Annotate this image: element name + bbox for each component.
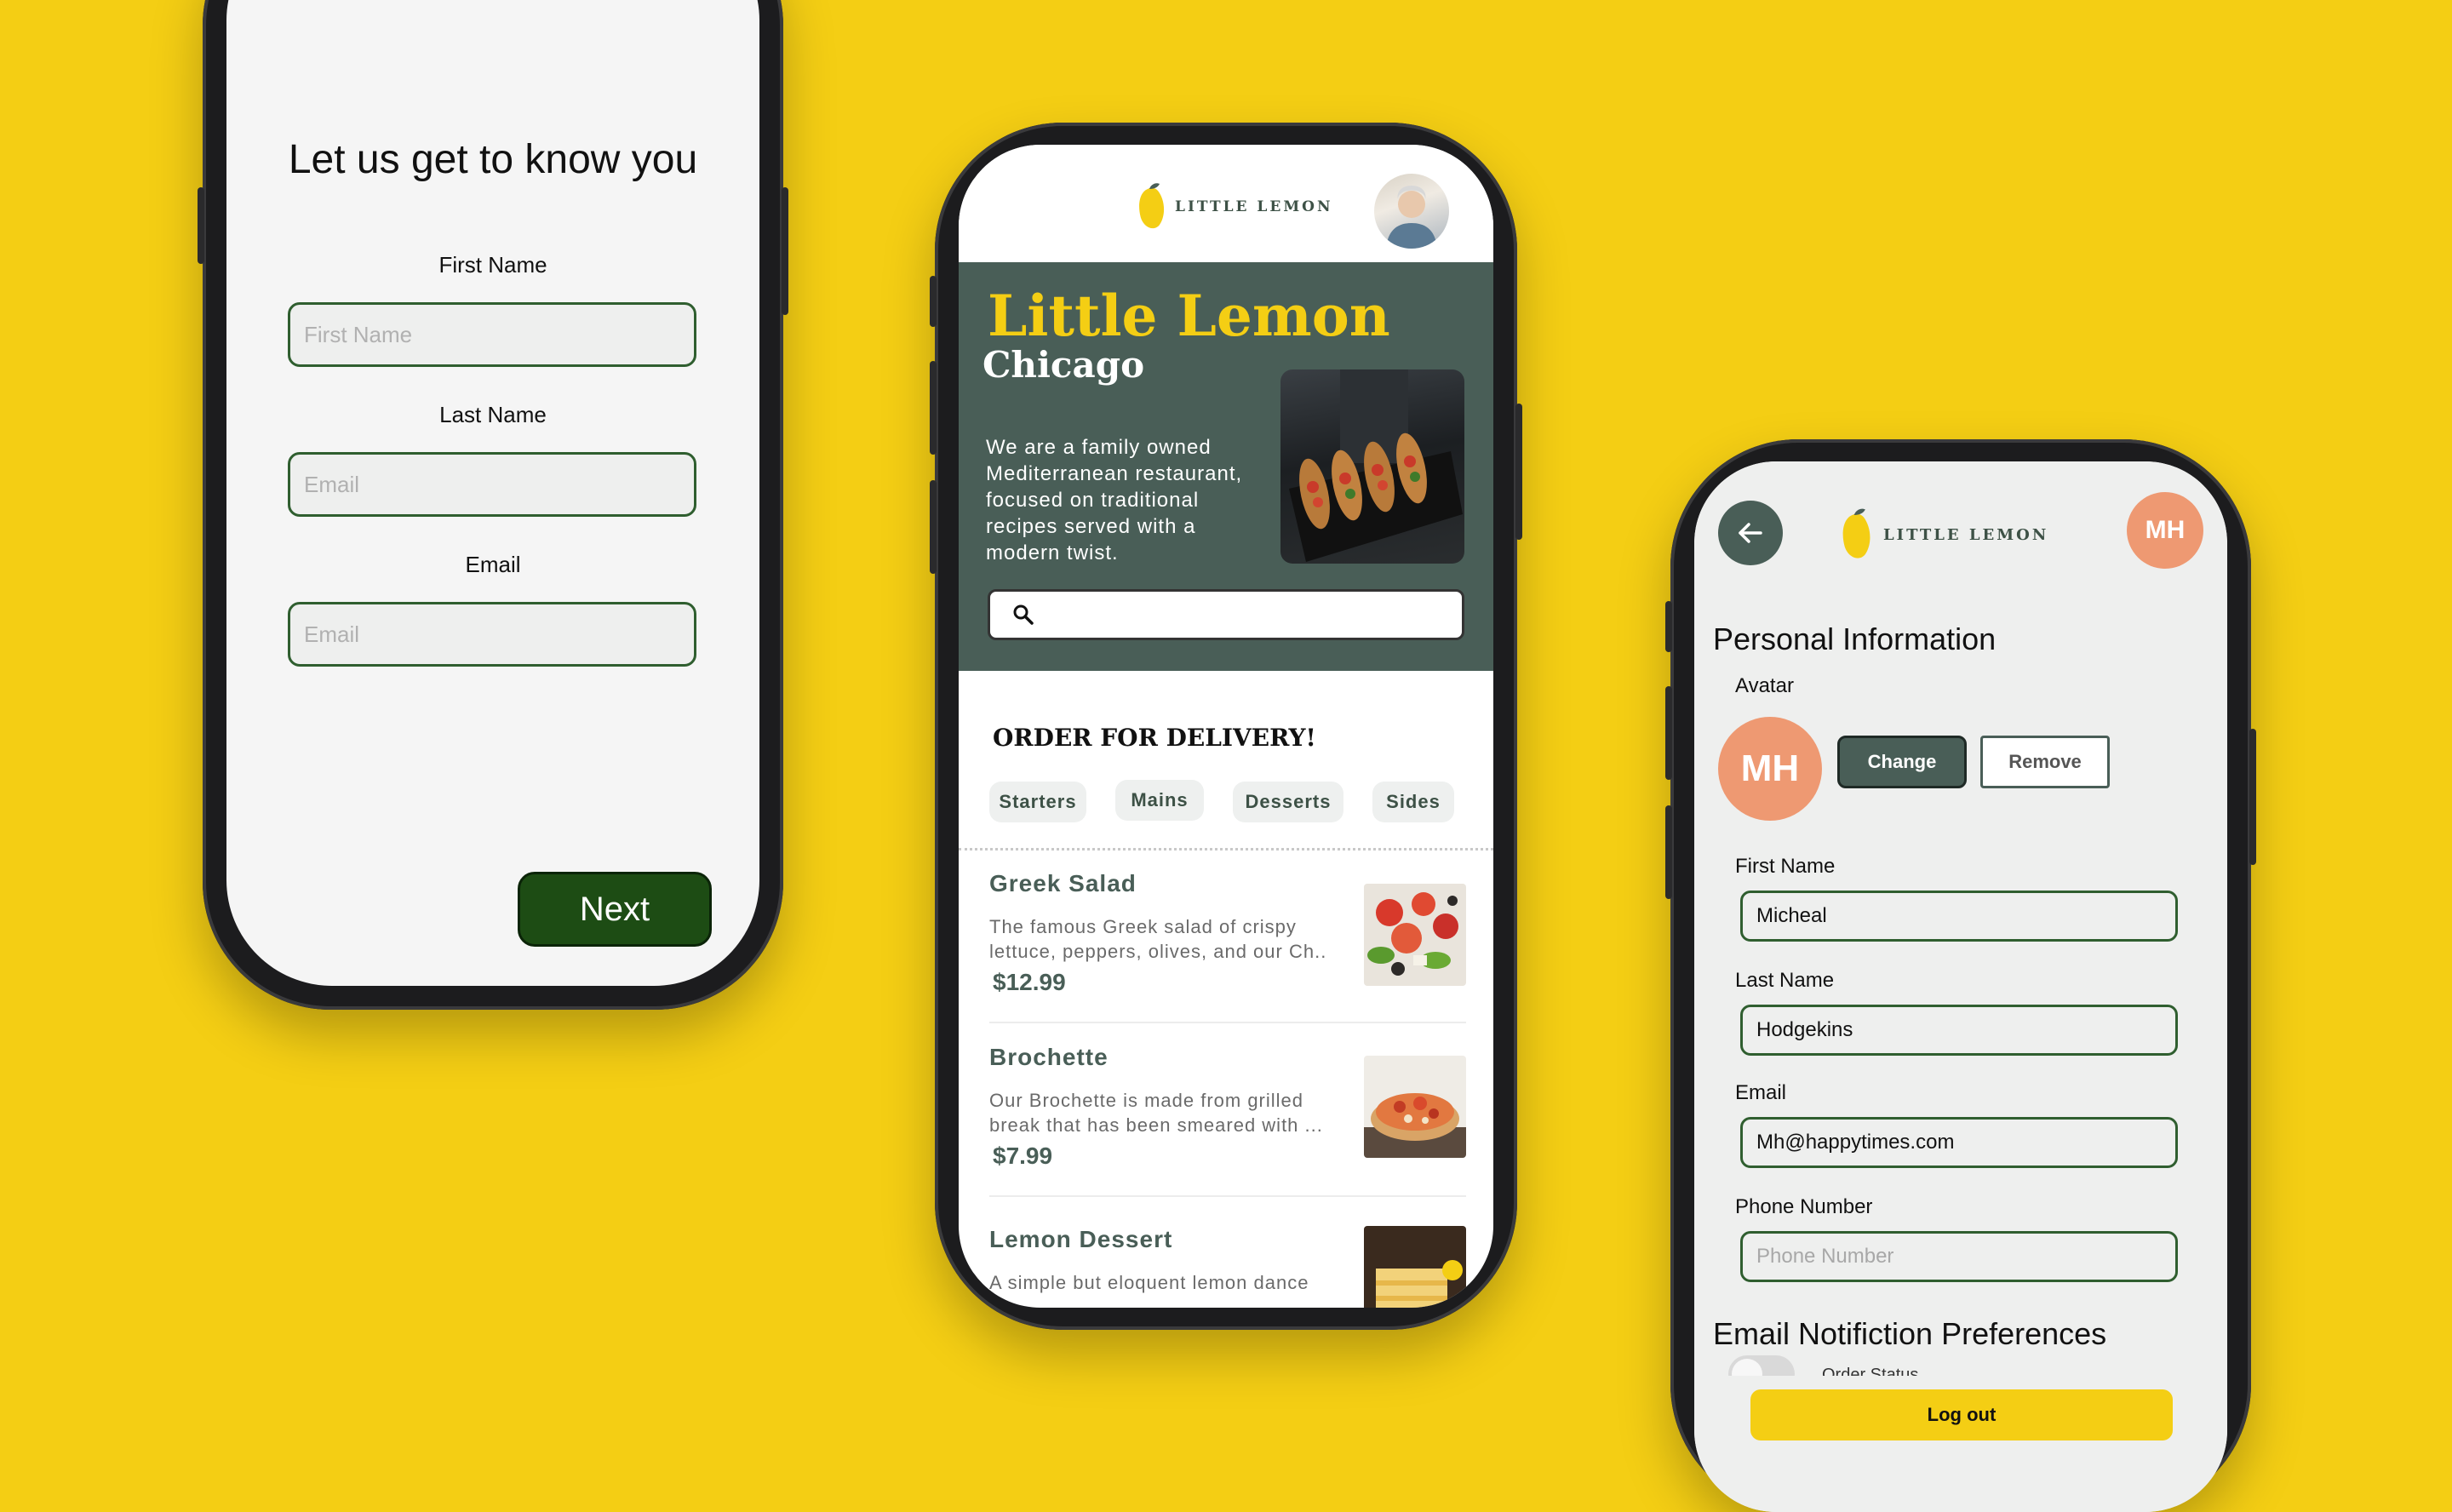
phone-number-field[interactable]: Phone Number [1740, 1231, 2178, 1282]
hero-description: We are a family owned Mediterranean rest… [986, 436, 1243, 564]
arrow-left-icon [1739, 523, 1762, 543]
email-input[interactable]: Email [288, 602, 696, 667]
change-avatar-button[interactable]: Change [1837, 736, 1967, 788]
lemon-dessert-photo [1364, 1226, 1466, 1308]
lemon-dessert-image [1364, 1226, 1466, 1308]
last-name-field[interactable]: Hodgekins [1740, 1005, 2178, 1056]
phone-home: LITTLE LEMON Little Lemon Chicago We are… [930, 123, 1522, 1330]
lemon-icon [1139, 183, 1165, 229]
dish-description: Our Brochette is made from grilled break… [989, 1090, 1323, 1136]
menu-item[interactable]: Lemon Dessert A simple but eloquent lemo… [989, 1226, 1466, 1308]
last-name-label: Last Name [1735, 969, 1835, 992]
search-input[interactable] [988, 589, 1464, 640]
lemon-icon [1842, 508, 1871, 558]
phone-mute-switch [930, 276, 937, 327]
phone-volume-button [198, 187, 204, 264]
background-canvas: Let us get to know you First Name First … [0, 0, 2452, 1512]
brochette-image [1364, 1056, 1466, 1158]
little-lemon-logo: LITTLE LEMON [1839, 506, 2048, 564]
hero-city: Chicago [983, 344, 1145, 386]
dish-price: $12.99 [993, 969, 1066, 995]
menu-item-separator [989, 1195, 1466, 1197]
phone-volume-down-button [1665, 805, 1672, 899]
category-chip-sides[interactable]: Sides [1372, 782, 1454, 822]
greek-salad-image [1364, 884, 1466, 986]
last-name-label: Last Name [439, 402, 547, 427]
phone-onboarding: Let us get to know you First Name First … [198, 0, 788, 1010]
first-name-field[interactable]: Micheal [1740, 891, 2178, 942]
avatar-label: Avatar [1735, 674, 1794, 697]
email-label: Email [465, 552, 521, 577]
first-name-label: First Name [438, 252, 547, 278]
dish-price: $7.99 [993, 1143, 1053, 1169]
phone-power-button [2249, 729, 2256, 865]
menu-divider [959, 848, 1493, 850]
last-name-input[interactable]: Email [288, 452, 696, 517]
next-button[interactable]: Next [518, 872, 712, 947]
email-label: Email [1735, 1081, 1787, 1104]
brochette-photo [1364, 1056, 1466, 1158]
menu-item[interactable]: Brochette Our Brochette is made from gri… [989, 1044, 1466, 1171]
phone-profile: LITTLE LEMON MH Personal Information Ava… [1665, 439, 2256, 1512]
phone-volume-down-button [930, 480, 937, 574]
first-name-input[interactable]: First Name [288, 302, 696, 367]
home-screen: LITTLE LEMON Little Lemon Chicago We are… [959, 145, 1493, 1308]
category-chip-mains[interactable]: Mains [1115, 780, 1204, 821]
back-button[interactable] [1718, 501, 1783, 565]
bruschetta-platter-image [1289, 369, 1463, 562]
profile-avatar-small[interactable]: MH [2127, 492, 2203, 569]
personal-info-title: Personal Information [1713, 621, 1997, 656]
dish-name: Brochette [989, 1044, 1109, 1070]
dish-name: Lemon Dessert [989, 1226, 1173, 1252]
person-photo-icon [1386, 186, 1437, 249]
phone-volume-up-button [930, 361, 937, 455]
category-chip-desserts[interactable]: Desserts [1233, 782, 1343, 822]
profile-screen: LITTLE LEMON MH Personal Information Ava… [1694, 461, 2227, 1512]
logo-text: LITTLE LEMON [1883, 525, 2049, 544]
hero-image [1280, 369, 1464, 564]
phone-power-button [782, 187, 788, 315]
hero-title: Little Lemon [988, 283, 1390, 349]
email-field[interactable]: Mh@happytimes.com [1740, 1117, 2178, 1168]
phone-mute-switch [1665, 601, 1672, 652]
hero-banner: Little Lemon Chicago We are a family own… [959, 262, 1493, 671]
menu-item[interactable]: Greek Salad The famous Greek salad of cr… [989, 870, 1466, 998]
first-name-label: First Name [1735, 855, 1836, 878]
category-chip-starters[interactable]: Starters [989, 782, 1086, 822]
phone-power-button [1515, 404, 1522, 540]
greek-salad-photo [1364, 884, 1466, 986]
home-header: LITTLE LEMON [959, 145, 1493, 262]
dish-name: Greek Salad [989, 870, 1137, 896]
little-lemon-logo: LITTLE LEMON [1136, 180, 1333, 233]
user-avatar-photo[interactable] [1374, 174, 1449, 249]
phone-volume-up-button [1665, 686, 1672, 780]
profile-header: LITTLE LEMON MH [1694, 461, 2227, 593]
remove-avatar-button[interactable]: Remove [1980, 736, 2110, 788]
order-section-title: ORDER FOR DELIVERY! [993, 724, 1316, 752]
logout-button[interactable]: Log out [1750, 1389, 2173, 1440]
search-icon [1013, 604, 1034, 625]
phone-number-label: Phone Number [1735, 1195, 1873, 1218]
onboarding-screen: Let us get to know you First Name First … [226, 0, 759, 986]
onboarding-title: Let us get to know you [288, 137, 698, 182]
menu-item-separator [989, 1022, 1466, 1023]
logo-text: LITTLE LEMON [1175, 198, 1333, 215]
email-preferences-title: Email Notifiction Preferences [1713, 1316, 2107, 1351]
dish-description: The famous Greek salad of crispy lettuce… [989, 916, 1327, 962]
profile-avatar-large: MH [1718, 717, 1822, 821]
dish-description: A simple but eloquent lemon dance [989, 1272, 1309, 1293]
